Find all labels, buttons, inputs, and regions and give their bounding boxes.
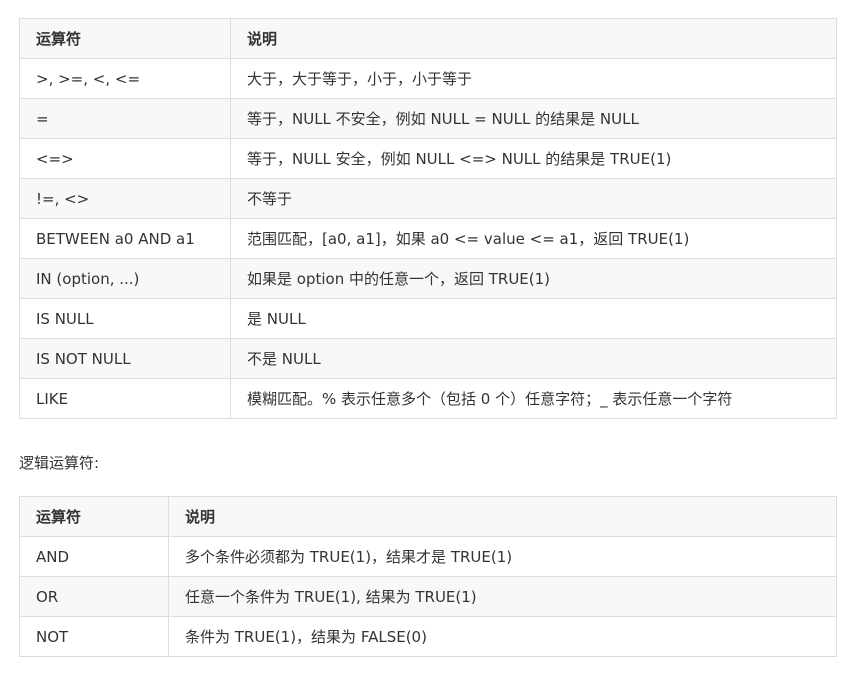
operator-cell: NOT	[19, 616, 169, 657]
table-row: AND 多个条件必须都为 TRUE(1)，结果才是 TRUE(1)	[19, 536, 837, 577]
table-row: OR 任意一个条件为 TRUE(1), 结果为 TRUE(1)	[19, 576, 837, 617]
comparison-operators-table: 运算符 说明 >, >=, <, <= 大于，大于等于，小于，小于等于 = 等于…	[19, 18, 837, 419]
description-cell: 不等于	[230, 178, 837, 219]
table-row: IN (option, ...) 如果是 option 中的任意一个，返回 TR…	[19, 258, 837, 299]
description-cell: 多个条件必须都为 TRUE(1)，结果才是 TRUE(1)	[168, 536, 837, 577]
column-header-operator: 运算符	[19, 496, 169, 537]
operator-cell: >, >=, <, <=	[19, 58, 231, 99]
description-cell: 大于，大于等于，小于，小于等于	[230, 58, 837, 99]
operator-cell: =	[19, 98, 231, 139]
table-row: NOT 条件为 TRUE(1)，结果为 FALSE(0)	[19, 616, 837, 657]
column-header-operator: 运算符	[19, 18, 231, 59]
description-cell: 条件为 TRUE(1)，结果为 FALSE(0)	[168, 616, 837, 657]
column-header-description: 说明	[230, 18, 837, 59]
table-header-row: 运算符 说明	[19, 496, 837, 537]
table-row: >, >=, <, <= 大于，大于等于，小于，小于等于	[19, 58, 837, 99]
description-cell: 模糊匹配。% 表示任意多个（包括 0 个）任意字符；_ 表示任意一个字符	[230, 378, 837, 419]
table-row: LIKE 模糊匹配。% 表示任意多个（包括 0 个）任意字符；_ 表示任意一个字…	[19, 378, 837, 419]
column-header-description: 说明	[168, 496, 837, 537]
table-header-row: 运算符 说明	[19, 18, 837, 59]
operator-cell: OR	[19, 576, 169, 617]
operator-cell: !=, <>	[19, 178, 231, 219]
operator-cell: IS NOT NULL	[19, 338, 231, 379]
document-page: 运算符 说明 >, >=, <, <= 大于，大于等于，小于，小于等于 = 等于…	[0, 0, 859, 678]
operator-cell: <=>	[19, 138, 231, 179]
logic-operators-heading: 逻辑运算符:	[19, 454, 100, 472]
table-row: <=> 等于，NULL 安全，例如 NULL <=> NULL 的结果是 TRU…	[19, 138, 837, 179]
operator-cell: BETWEEN a0 AND a1	[19, 218, 231, 259]
table-row: BETWEEN a0 AND a1 范围匹配，[a0, a1]，如果 a0 <=…	[19, 218, 837, 259]
description-cell: 不是 NULL	[230, 338, 837, 379]
table-row: IS NOT NULL 不是 NULL	[19, 338, 837, 379]
operator-cell: AND	[19, 536, 169, 577]
operator-cell: LIKE	[19, 378, 231, 419]
description-cell: 任意一个条件为 TRUE(1), 结果为 TRUE(1)	[168, 576, 837, 617]
table-row: = 等于，NULL 不安全，例如 NULL = NULL 的结果是 NULL	[19, 98, 837, 139]
description-cell: 如果是 option 中的任意一个，返回 TRUE(1)	[230, 258, 837, 299]
description-cell: 范围匹配，[a0, a1]，如果 a0 <= value <= a1，返回 TR…	[230, 218, 837, 259]
description-cell: 等于，NULL 不安全，例如 NULL = NULL 的结果是 NULL	[230, 98, 837, 139]
logic-operators-table: 运算符 说明 AND 多个条件必须都为 TRUE(1)，结果才是 TRUE(1)…	[19, 496, 837, 657]
table-row: !=, <> 不等于	[19, 178, 837, 219]
table-row: IS NULL 是 NULL	[19, 298, 837, 339]
description-cell: 等于，NULL 安全，例如 NULL <=> NULL 的结果是 TRUE(1)	[230, 138, 837, 179]
description-cell: 是 NULL	[230, 298, 837, 339]
operator-cell: IN (option, ...)	[19, 258, 231, 299]
operator-cell: IS NULL	[19, 298, 231, 339]
